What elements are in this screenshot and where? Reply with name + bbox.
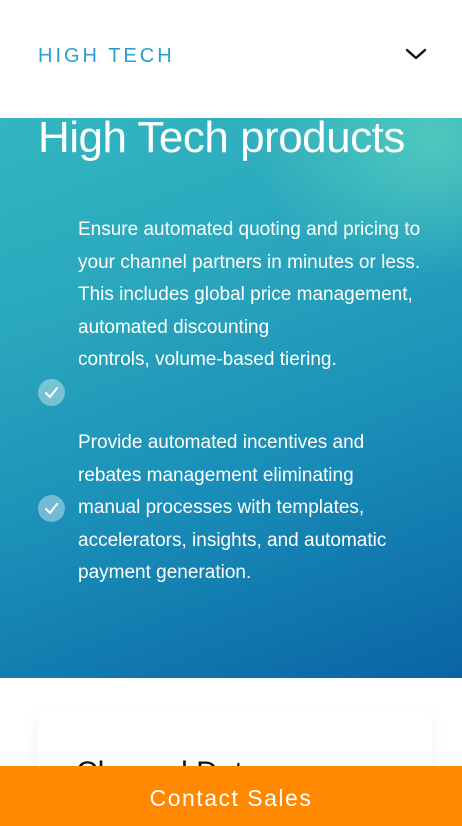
feature-line: your channel partners in minutes or less… (78, 251, 421, 273)
contact-sales-button[interactable]: Contact Sales (0, 766, 462, 826)
feature-line: Provide automated incentives and (78, 432, 365, 453)
hero-panel: High Tech products Ensure automated quot… (0, 118, 462, 678)
feature-line: accelerators, insights, and automatic (78, 529, 387, 551)
feature-line: manual processes with templates, (78, 497, 365, 518)
feature-line: This includes global price management, (78, 284, 413, 305)
feature-line: Ensure automated quoting and pricing to (78, 219, 421, 240)
chevron-down-icon[interactable] (404, 47, 428, 63)
feature-description: Provide automated incentives and rebates … (78, 427, 438, 590)
accordion-label: HIGH TECH (38, 45, 175, 67)
check-circle-icon (38, 379, 65, 406)
industry-accordion-header[interactable]: HIGH TECH (0, 0, 462, 118)
hero-title: High Tech products (38, 118, 405, 162)
page: HIGH TECH High Tech products Ensure auto… (0, 0, 462, 826)
feature-line: automated discounting (78, 316, 270, 338)
check-circle-icon (38, 495, 65, 522)
feature-line: payment generation. (78, 562, 252, 583)
feature-line: rebates management eliminating (78, 464, 354, 486)
feature-description: Ensure automated quoting and pricing to y… (78, 214, 438, 377)
feature-line: controls, volume-based tiering. (78, 349, 337, 370)
